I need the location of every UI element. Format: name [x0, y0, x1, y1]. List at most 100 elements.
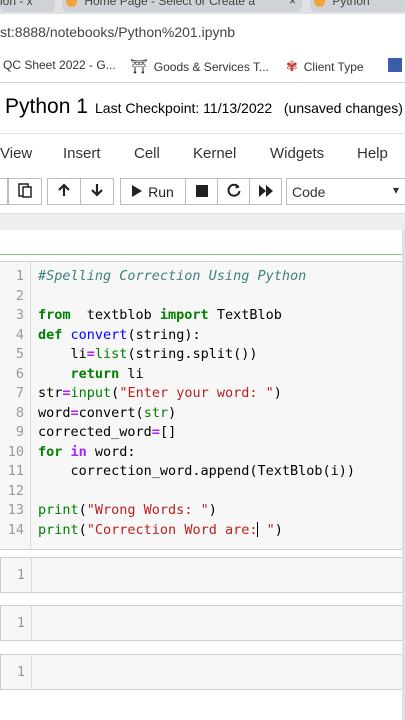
tab-python[interactable]: Python	[310, 0, 405, 12]
line-number: 14	[7, 521, 24, 538]
cell-type-value: Code	[292, 184, 326, 200]
code-token: convert	[70, 326, 128, 343]
cell-type-select[interactable]: Code ▾	[286, 178, 405, 205]
code-cell[interactable]: 1 2 3 4 5 6 7 8 9 10 11 12 13 14 #Spelli…	[0, 261, 405, 550]
code-token: input	[70, 385, 112, 401]
code-line[interactable]: correction_word.append(TextBlob(i))	[38, 463, 355, 479]
code-line[interactable]: print("Wrong Words: ")	[38, 502, 217, 518]
checkpoint-status: Last Checkpoint: 11/13/2022 (unsaved cha…	[95, 100, 403, 116]
bookmark-label: QC Sheet 2022 - G...	[3, 58, 116, 72]
code-token: convert(	[78, 404, 144, 421]
code-line[interactable]: from textblob import TextBlob	[38, 307, 282, 323]
code-line[interactable]: li=list(string.split())	[38, 346, 258, 362]
copy-button-partial[interactable]	[0, 178, 8, 205]
bookmark-goods-services[interactable]: ⛩ Goods & Services T...	[130, 58, 269, 75]
code-line[interactable]: return li	[38, 366, 144, 382]
code-line[interactable]: str=input("Enter your word: ")	[38, 385, 282, 401]
code-token: word	[38, 404, 71, 421]
line-number: 1	[16, 615, 25, 631]
code-token: li	[119, 365, 144, 382]
code-token: return	[70, 365, 120, 382]
menu-help[interactable]: Help	[357, 145, 388, 162]
tab-label: ion - x	[0, 0, 33, 8]
url-text[interactable]: st:8888/notebooks/Python%201.ipynb	[0, 24, 235, 40]
stop-icon	[195, 184, 208, 200]
code-token: =	[70, 404, 79, 421]
run-all-button[interactable]	[249, 178, 282, 205]
code-token: correction_word.append(TextBlob(i))	[38, 463, 355, 479]
line-number: 2	[15, 287, 24, 304]
browser-tab-strip: ion - x Home Page - Select or Create a ×…	[0, 0, 405, 14]
fast-forward-icon	[258, 184, 273, 200]
code-token: =	[86, 346, 95, 362]
code-line[interactable]: #Spelling Correction Using Python	[38, 268, 306, 284]
tab-close-icon[interactable]: ×	[289, 0, 296, 8]
bookmark-label: Client Type	[303, 59, 364, 74]
selected-cell-indicator	[0, 254, 405, 255]
address-bar[interactable]: st:8888/notebooks/Python%201.ipynb	[0, 14, 405, 52]
move-up-button[interactable]	[47, 178, 81, 205]
line-number: 12	[7, 482, 24, 499]
code-token: "	[258, 521, 275, 538]
code-token: )	[208, 502, 217, 518]
gutter-divider	[31, 558, 32, 592]
code-token: (	[78, 502, 87, 518]
code-line[interactable]: def convert(string):	[38, 327, 201, 343]
move-down-button[interactable]	[80, 178, 114, 205]
code-token: list	[94, 346, 128, 362]
code-token: li	[38, 346, 87, 362]
line-number-gutter: 1 2 3 4 5 6 7 8 9 10 11 12 13 14	[0, 262, 31, 549]
menu-insert[interactable]: Insert	[63, 145, 101, 162]
line-number: 8	[15, 404, 24, 421]
code-line[interactable]: print("Correction Word are: ")	[38, 522, 283, 538]
menu-cell[interactable]: Cell	[134, 145, 160, 162]
line-number: 4	[15, 326, 24, 343]
tab-previous[interactable]: ion - x	[0, 0, 55, 12]
menu-kernel[interactable]: Kernel	[193, 145, 236, 162]
menu-widgets[interactable]: Widgets	[270, 145, 324, 162]
line-number: 6	[15, 365, 24, 382]
toolbar: Run Code ▾	[0, 173, 405, 214]
code-token: )	[168, 404, 177, 421]
code-token: for	[38, 443, 63, 460]
line-number: 11	[7, 463, 24, 479]
bookmark-more[interactable]	[388, 58, 402, 72]
notebook-title[interactable]: Python 1	[5, 95, 88, 119]
paste-button[interactable]	[8, 178, 42, 205]
code-token: def	[38, 326, 63, 343]
code-token: []	[159, 424, 177, 440]
code-token: (string.split())	[127, 346, 258, 362]
line-number: 1	[16, 567, 25, 583]
code-token: "Correction Word are:	[86, 521, 258, 538]
interrupt-button[interactable]	[185, 178, 218, 205]
notebook-header: Python 1 Last Checkpoint: 11/13/2022 (un…	[0, 83, 405, 133]
code-token: in	[70, 443, 87, 460]
code-line[interactable]: for in word:	[38, 444, 136, 460]
tab-label: Home Page - Select or Create a	[84, 0, 256, 8]
empty-code-cell[interactable]: 1	[0, 557, 405, 593]
code-token: (	[78, 521, 87, 538]
menu-view[interactable]: View	[0, 145, 32, 162]
code-line[interactable]: word=convert(str)	[38, 405, 176, 421]
empty-code-cell[interactable]: 1	[0, 605, 405, 641]
code-line[interactable]: corrected_word=[]	[38, 424, 176, 440]
line-number: 9	[15, 424, 24, 440]
tab-home-page[interactable]: Home Page - Select or Create a ×	[62, 0, 302, 12]
bookmark-qc-sheet[interactable]: QC Sheet 2022 - G...	[3, 58, 116, 72]
bookmark-label: Goods & Services T...	[153, 59, 269, 74]
notebook-area: 1 2 3 4 5 6 7 8 9 10 11 12 13 14 #Spelli…	[0, 230, 405, 720]
line-number: 10	[7, 443, 24, 460]
code-token: =	[62, 385, 71, 401]
run-label: Run	[148, 183, 174, 200]
chevron-down-icon: ▾	[392, 183, 399, 197]
code-token: textblob	[70, 307, 160, 323]
code-token: print	[38, 502, 79, 518]
run-button[interactable]: Run	[120, 178, 186, 205]
bookmark-client-type[interactable]: ✾ Client Type	[286, 58, 364, 75]
code-token: from	[38, 307, 71, 323]
line-number: 1	[16, 664, 25, 680]
code-token: TextBlob	[208, 307, 282, 323]
empty-code-cell[interactable]: 1	[0, 654, 405, 690]
restart-button[interactable]	[217, 178, 250, 205]
